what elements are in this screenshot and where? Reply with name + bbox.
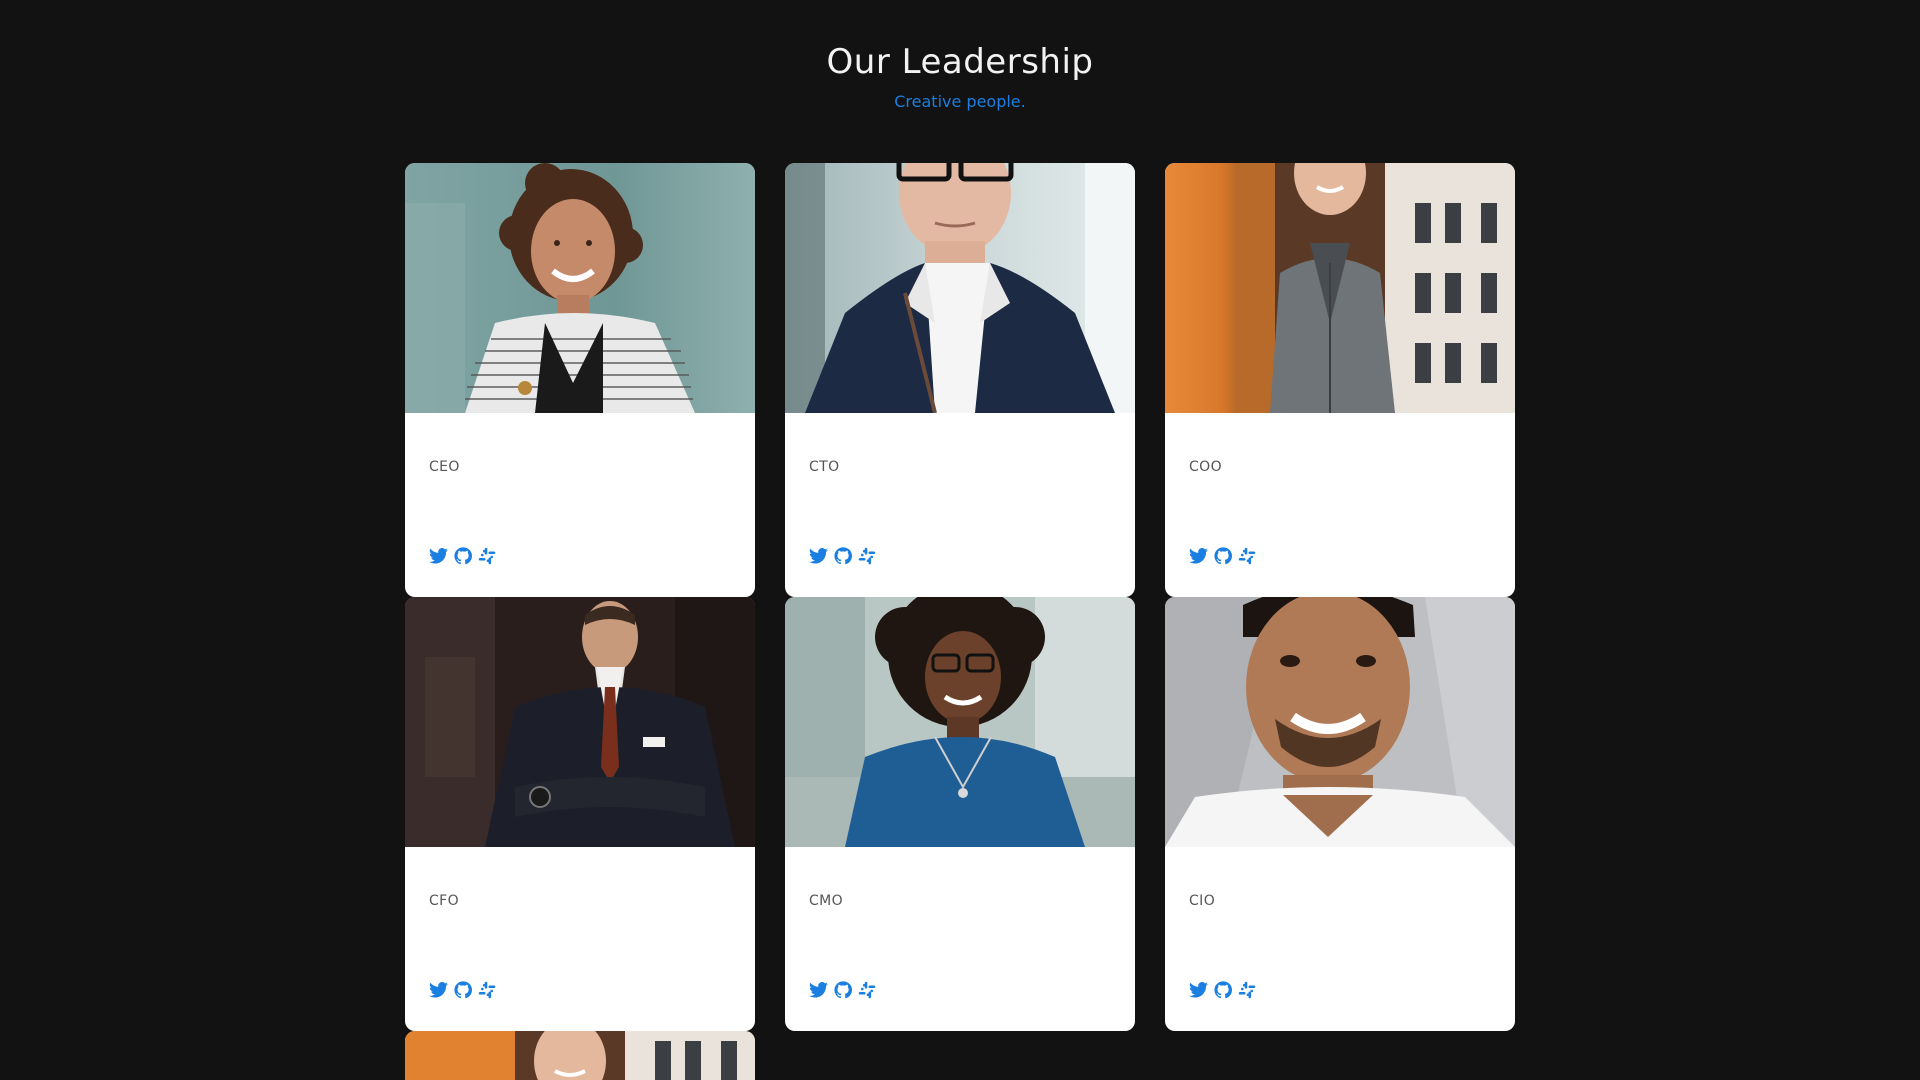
team-role: CMO [809, 893, 844, 909]
slack-icon[interactable] [1236, 545, 1257, 566]
team-role: CFO [429, 893, 460, 909]
twitter-icon[interactable] [428, 545, 449, 566]
team-role: CIO [1189, 893, 1216, 909]
social-links [808, 545, 877, 566]
team-photo [1165, 163, 1515, 413]
team-photo [785, 163, 1135, 413]
twitter-icon[interactable] [1188, 979, 1209, 1000]
team-photo [1165, 597, 1515, 847]
team-card-ceo: CEO [405, 163, 755, 597]
team-card-cio: CIO [1165, 597, 1515, 1031]
team-photo [405, 163, 755, 413]
team-card-coo: COO [1165, 163, 1515, 597]
twitter-icon[interactable] [808, 545, 829, 566]
slack-icon[interactable] [856, 979, 877, 1000]
social-links [1188, 545, 1257, 566]
github-icon[interactable] [1212, 545, 1233, 566]
team-card-cfo: CFO [405, 597, 755, 1031]
team-photo [405, 597, 755, 847]
slack-icon[interactable] [1236, 979, 1257, 1000]
team-card-partial [405, 1031, 755, 1080]
github-icon[interactable] [452, 979, 473, 1000]
slack-icon[interactable] [476, 545, 497, 566]
twitter-icon[interactable] [428, 979, 449, 1000]
page-title: Our Leadership [826, 42, 1094, 82]
social-links [808, 979, 877, 1000]
team-card-cmo: CMO [785, 597, 1135, 1031]
team-role: COO [1189, 459, 1223, 475]
twitter-icon[interactable] [1188, 545, 1209, 566]
team-card-cto: CTO [785, 163, 1135, 597]
github-icon[interactable] [832, 545, 853, 566]
slack-icon[interactable] [856, 545, 877, 566]
team-role: CTO [809, 459, 840, 475]
team-photo [785, 597, 1135, 847]
github-icon[interactable] [832, 979, 853, 1000]
social-links [428, 979, 497, 1000]
page-subtitle: Creative people. [894, 92, 1026, 111]
slack-icon[interactable] [476, 979, 497, 1000]
github-icon[interactable] [452, 545, 473, 566]
twitter-icon[interactable] [808, 979, 829, 1000]
github-icon[interactable] [1212, 979, 1233, 1000]
social-links [428, 545, 497, 566]
team-photo [405, 1031, 755, 1080]
team-role: CEO [429, 459, 460, 475]
social-links [1188, 979, 1257, 1000]
